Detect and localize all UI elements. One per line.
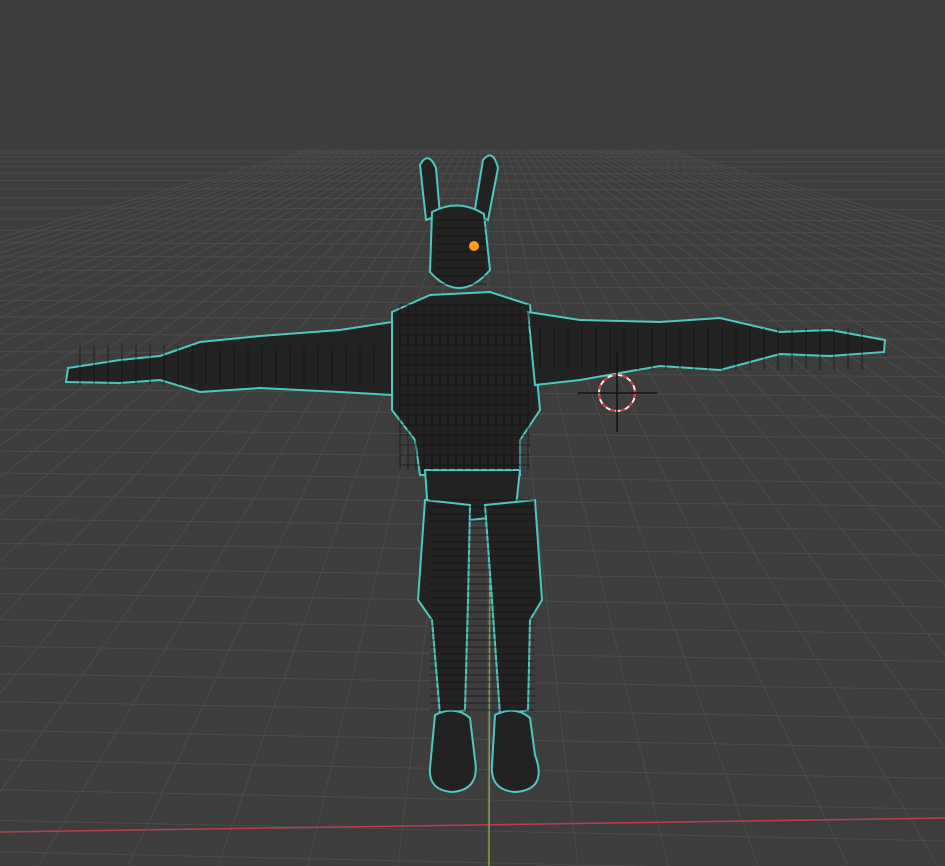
mesh-foot-left — [428, 709, 477, 794]
grid-line — [0, 172, 945, 175]
3d-viewport[interactable] — [0, 0, 945, 866]
mesh-foot-right — [490, 709, 540, 794]
origin-point-icon[interactable] — [469, 241, 479, 251]
